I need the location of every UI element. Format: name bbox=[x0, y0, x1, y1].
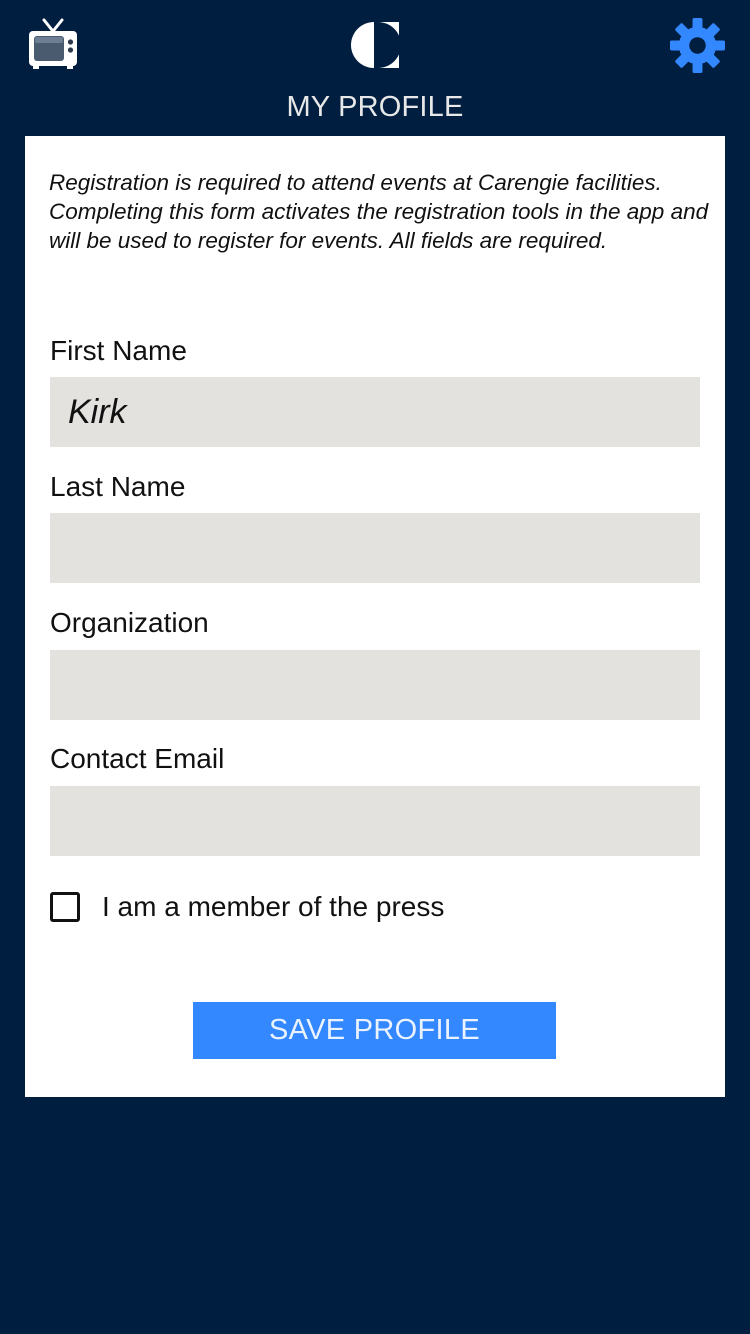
gear-icon[interactable] bbox=[670, 18, 725, 73]
page-title: MY PROFILE bbox=[286, 91, 464, 123]
first-name-label: First Name bbox=[50, 335, 187, 366]
contact-email-label: Contact Email bbox=[50, 743, 225, 774]
organization-label: Organization bbox=[50, 607, 209, 638]
top-bar: MY PROFILE bbox=[0, 0, 750, 136]
first-name-input[interactable] bbox=[50, 377, 700, 447]
press-member-checkbox[interactable] bbox=[50, 892, 80, 922]
registration-intro-text: Registration is required to attend event… bbox=[49, 170, 709, 253]
press-member-row[interactable]: I am a member of the press bbox=[50, 888, 444, 926]
tv-icon[interactable] bbox=[27, 18, 79, 70]
profile-form-card: Registration is required to attend event… bbox=[25, 136, 725, 1097]
last-name-label: Last Name bbox=[50, 471, 186, 502]
press-member-label[interactable]: I am a member of the press bbox=[102, 890, 444, 924]
last-name-input[interactable] bbox=[50, 513, 700, 583]
organization-input[interactable] bbox=[50, 650, 700, 720]
half-circle-logo-icon[interactable] bbox=[348, 20, 400, 70]
contact-email-input[interactable] bbox=[50, 786, 700, 856]
save-profile-button[interactable]: SAVE PROFILE bbox=[193, 1002, 556, 1059]
